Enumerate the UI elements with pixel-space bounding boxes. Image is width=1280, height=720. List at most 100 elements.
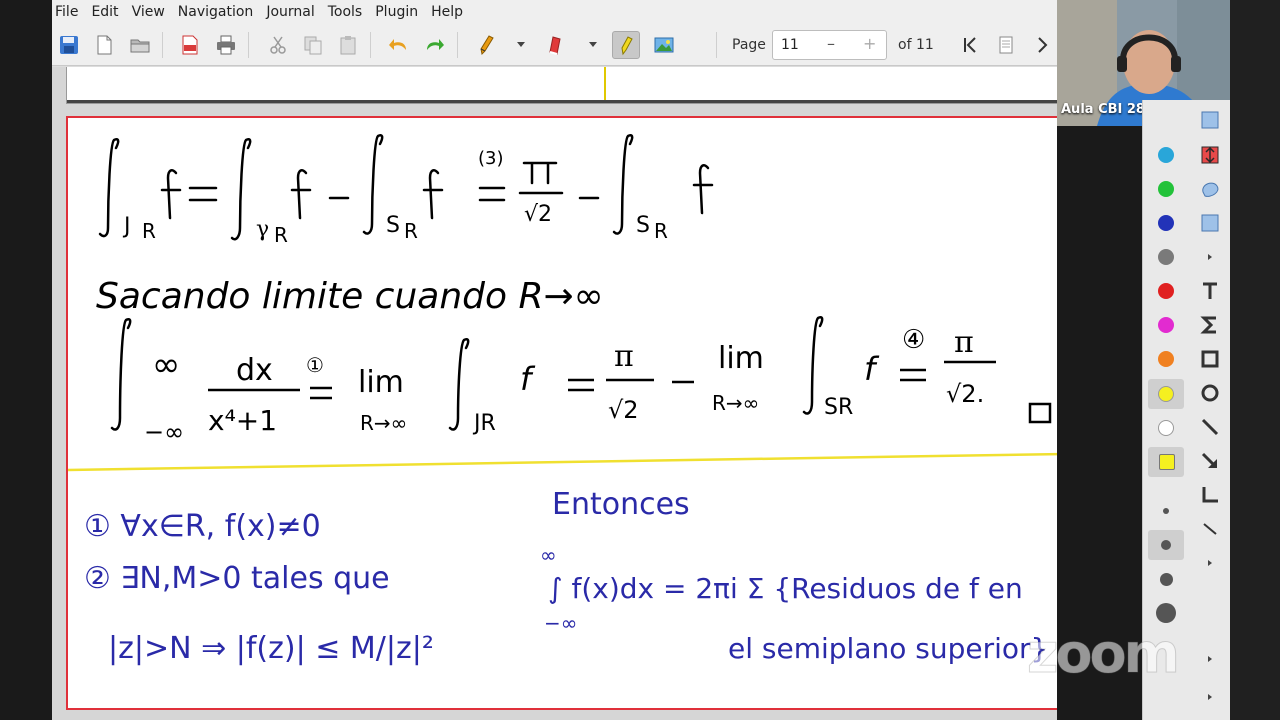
menu-plugin[interactable]: Plugin <box>375 0 425 24</box>
text-tool-button[interactable] <box>1199 280 1221 302</box>
draw-rectangle-button[interactable] <box>1199 348 1221 370</box>
toolbar: Page 11 – + of 11 <box>52 24 1057 66</box>
svg-text:lim: lim <box>718 341 764 376</box>
rect-select-button[interactable] <box>1199 212 1221 234</box>
svg-text:√2: √2 <box>524 202 552 227</box>
menu-journal[interactable]: Journal <box>266 0 321 24</box>
svg-text:R: R <box>142 219 156 243</box>
color-red-button[interactable] <box>1158 283 1174 299</box>
svg-text:√2.: √2. <box>946 380 984 408</box>
pen-tool-button[interactable] <box>472 31 500 59</box>
color-magenta-button[interactable] <box>1158 317 1174 333</box>
svg-text:π: π <box>954 325 974 360</box>
print-button[interactable] <box>212 31 240 59</box>
svg-text:−∞: −∞ <box>144 418 184 446</box>
size-extra-thick-button[interactable] <box>1156 603 1176 623</box>
latex-tool-button[interactable] <box>1199 314 1221 336</box>
first-page-button[interactable] <box>956 31 984 59</box>
next-page-button[interactable] <box>1028 31 1056 59</box>
highlighter-color-button[interactable] <box>1159 454 1175 470</box>
page-layout-icon <box>999 36 1013 54</box>
current-page[interactable]: J R γ R S R (3) √2 S R Sacando limite cu… <box>66 116 1057 710</box>
lasso-icon <box>1202 182 1219 197</box>
draw-line-button[interactable] <box>1199 416 1221 438</box>
copy-button[interactable] <box>299 31 327 59</box>
pen-options-dropdown[interactable] <box>517 42 525 47</box>
folder-icon <box>130 39 150 53</box>
sidebar-scroll-button[interactable] <box>1199 648 1221 670</box>
draw-spline-button[interactable] <box>1199 518 1221 540</box>
sidebar-more-button[interactable] <box>1199 246 1221 268</box>
svg-text:f: f <box>864 350 880 388</box>
new-document-icon <box>97 35 112 55</box>
paste-button[interactable] <box>334 31 362 59</box>
open-button[interactable] <box>126 31 154 59</box>
svg-text:S: S <box>386 213 400 238</box>
sidebar-scroll-down-button[interactable] <box>1199 686 1221 708</box>
color-white-button[interactable] <box>1158 420 1174 436</box>
menu-navigation[interactable]: Navigation <box>178 0 261 24</box>
undo-button[interactable] <box>385 31 413 59</box>
sigma-icon <box>1200 316 1216 334</box>
lasso-select-button[interactable] <box>1199 178 1221 200</box>
page-number-input[interactable]: 11 <box>781 37 799 53</box>
paste-icon <box>340 36 356 55</box>
new-document-button[interactable] <box>90 31 118 59</box>
draw-arrow-button[interactable] <box>1199 450 1221 472</box>
export-pdf-button[interactable] <box>176 31 204 59</box>
page-spinner[interactable]: 11 – + <box>772 30 887 60</box>
color-yellow-button[interactable] <box>1158 386 1174 402</box>
page-decrement-button[interactable]: – <box>827 34 835 53</box>
highlighter-icon <box>621 36 633 56</box>
size-medium-button[interactable] <box>1161 540 1171 550</box>
document-icon <box>1201 111 1219 129</box>
screen-edge <box>1230 0 1280 720</box>
sidebar-tool-top[interactable] <box>1199 109 1221 131</box>
previous-page <box>67 67 1057 103</box>
page-layout-button[interactable] <box>992 31 1020 59</box>
draw-ellipse-button[interactable] <box>1199 382 1221 404</box>
highlighter-tool-button[interactable] <box>612 31 640 59</box>
zoom-watermark: zoom <box>1027 622 1181 686</box>
svg-text:π: π <box>614 339 634 374</box>
size-fine-button[interactable] <box>1163 508 1169 514</box>
draw-axis-button[interactable] <box>1199 484 1221 506</box>
vertical-space-button[interactable] <box>1199 144 1221 166</box>
menu-help[interactable]: Help <box>431 0 470 24</box>
svg-text:④: ④ <box>902 325 925 355</box>
page-increment-button[interactable]: + <box>863 34 876 53</box>
eraser-tool-button[interactable] <box>542 31 570 59</box>
menu-view[interactable]: View <box>132 0 172 24</box>
pdf-icon <box>182 35 198 55</box>
circle-icon <box>1201 384 1219 402</box>
rect-select-icon <box>1201 214 1219 232</box>
undo-icon <box>389 39 406 50</box>
svg-text:x⁴+1: x⁴+1 <box>208 404 277 437</box>
size-thick-button[interactable] <box>1160 573 1173 586</box>
rectangle-icon <box>1201 350 1219 368</box>
redo-button[interactable] <box>420 31 448 59</box>
save-button[interactable] <box>55 31 83 59</box>
svg-text:f: f <box>520 360 536 398</box>
insert-image-button[interactable] <box>650 31 678 59</box>
svg-text:dx: dx <box>236 353 273 388</box>
svg-text:lim: lim <box>358 365 404 400</box>
color-cyan-button[interactable] <box>1158 147 1174 163</box>
svg-text:JR: JR <box>472 411 496 436</box>
menu-edit[interactable]: Edit <box>91 0 125 24</box>
sidebar-more-shapes-button[interactable] <box>1199 552 1221 574</box>
color-blue-button[interactable] <box>1158 215 1174 231</box>
color-gray-button[interactable] <box>1158 249 1174 265</box>
menu-tools[interactable]: Tools <box>328 0 370 24</box>
handwritten-ink: J R γ R S R (3) √2 S R Sacando limite cu… <box>68 134 1057 666</box>
pencil-icon <box>480 35 494 56</box>
eraser-options-dropdown[interactable] <box>589 42 597 47</box>
printer-icon <box>217 35 235 55</box>
menubar: File Edit View Navigation Journal Tools … <box>52 0 1057 24</box>
color-orange-button[interactable] <box>1158 351 1174 367</box>
cut-button[interactable] <box>264 31 292 59</box>
menu-file[interactable]: File <box>55 0 85 24</box>
color-green-button[interactable] <box>1158 181 1174 197</box>
svg-text:∞: ∞ <box>540 543 557 567</box>
journal-canvas[interactable]: J R γ R S R (3) √2 S R Sacando limite cu… <box>52 67 1057 720</box>
